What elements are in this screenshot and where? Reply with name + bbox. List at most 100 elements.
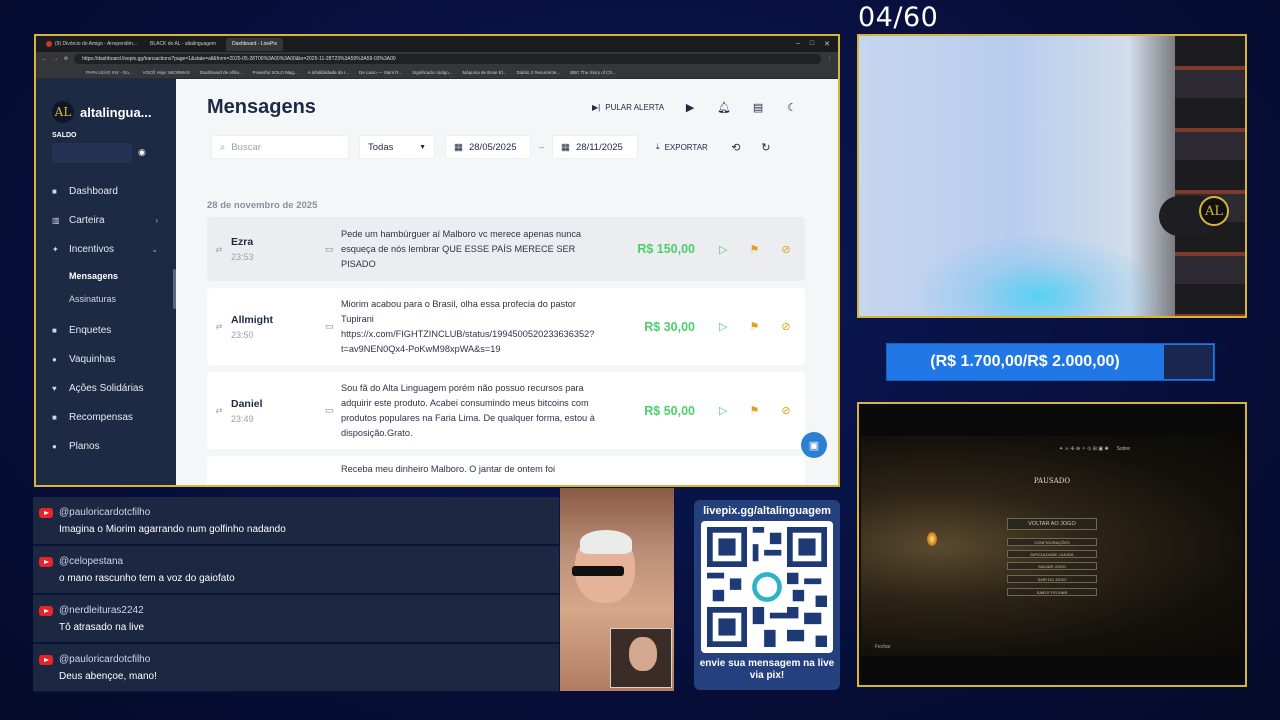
youtube-icon[interactable]: ▶ [682,101,698,114]
forward-icon[interactable]: → [53,56,58,62]
game-menu-item[interactable]: DIFICULDADE / AJUDA [1007,550,1097,558]
status-select[interactable]: Todas ▼ [359,135,435,159]
sidebar-item-vaquinhas[interactable]: ● Vaquinhas [36,345,176,374]
browser-tab[interactable]: BLACK do AL - altalinguagem [144,38,222,51]
sidebar-item-enquetes[interactable]: ■ Enquetes [36,316,176,345]
page-title: Mensagens [207,96,316,118]
chat-message: @nerdleituras2242 Tô atrasado na live [33,595,559,644]
bookmark[interactable]: Powerful SOLO Mag... [253,70,298,75]
sunglasses-image [572,566,624,576]
block-icon[interactable]: ⊘ [781,404,790,417]
filter-bar: ⌕ Buscar Todas ▼ ▦ 28/05/2025 – ▦ 28/11/2025… [211,135,776,159]
chevron-right-icon: › [155,216,158,225]
maximize-icon[interactable]: □ [810,40,814,48]
browser-tab-active[interactable]: Dashboard - LivePix [225,37,283,51]
bookmark[interactable]: Dashboard de Afilia... [200,70,243,75]
close-icon[interactable]: ✕ [824,40,830,48]
url-field[interactable]: https://dashboard.livepix.gg/transaction… [74,54,821,64]
sidebar-item-incentivos[interactable]: ✦ Incentivos ⌄ [36,235,176,264]
sidebar-subitem-mensagens[interactable]: Mensagens [36,264,176,287]
guest-camera [560,488,674,691]
game-menu-item[interactable]: SAIR E FECHAR [1007,588,1097,596]
bookmark[interactable]: BBC The Story of Ch... [570,70,616,75]
message-row[interactable]: ⇄ Daniel 23:49 ▭ Sou fã do Alta Linguagem… [207,372,805,449]
webcam-main: AL [857,34,1247,318]
sidebar-item-carteira[interactable]: ▥ Carteira › [36,206,176,235]
sidebar-subitem-assinaturas[interactable]: Assinaturas [36,287,176,310]
message-row[interactable]: ⇄ Ezra 23:53 ▭ Pede um hambúrguer aí Malb… [207,217,805,281]
chat-text: Imagina o Miorim agarrando num golfinho … [59,524,286,535]
transfer-icon: ⇄ [215,406,223,415]
brand-name: altalingua... [80,104,152,120]
flag-icon[interactable]: ⚑ [749,243,759,256]
youtube-icon [39,508,53,518]
game-menu-item[interactable]: SAIR DO JOGO [1007,575,1097,583]
bookmarks-bar: PAPA LEÃO XIV - Go... VOCÊ Hoje: MIORMAS… [36,66,838,79]
date-to-field[interactable]: ▦ 28/11/2025 [552,135,639,159]
game-footer: Fechar [875,644,891,650]
game-resume-button[interactable]: VOLTAR AO JOGO [1007,518,1097,530]
minimize-icon[interactable]: – [796,40,800,48]
block-icon[interactable]: ⊘ [781,320,790,333]
transfer-icon: ⇄ [215,244,223,254]
youtube-icon [39,606,53,616]
bookmark[interactable]: De Lacio — Saint R... [359,70,402,75]
block-icon[interactable]: ⊘ [781,243,790,256]
replay-icon[interactable]: ▷ [719,243,727,256]
dark-mode-icon[interactable]: ☾ [784,101,800,114]
game-menu-item[interactable]: CONFIGURAÇÕES [1007,538,1097,546]
game-paused-title: PAUSADO [1033,477,1071,485]
search-input[interactable]: ⌕ Buscar [211,135,349,159]
chat-user: @pauloricardotcfilho [59,507,151,518]
replay-icon[interactable]: ▷ [719,404,727,417]
chat-user: @celopestana [59,556,124,567]
youtube-icon [39,557,53,567]
sparkle-icon: ✦ [52,245,59,254]
youtube-icon [39,655,53,665]
sidebar-item-acoes-solidarias[interactable]: ♥ Ações Solidárias [36,374,176,403]
caret-down-icon: ▼ [419,143,426,151]
chat-text: o mano rascunho tem a voz do gaiofato [59,573,235,584]
message-row[interactable]: ⇄ Allmight 23:50 ▭ Miorim acabou para o B… [207,288,805,365]
reload-icon[interactable]: ⟳ [64,56,68,62]
date-from-field[interactable]: ▦ 28/05/2025 [445,135,531,159]
sync-off-icon[interactable]: ⟲ [726,135,746,159]
extensions-icon[interactable]: ⋮ [827,56,832,62]
game-hud: ✦ ⚔ ✣ ⊕ ✧ ⊙ ⊞ ▣ ✺ Sobre [1059,446,1130,452]
flag-icon[interactable]: ⚑ [749,404,759,417]
sidebar-item-dashboard[interactable]: ■ Dashboard [36,177,176,206]
eye-icon[interactable]: ◉ [138,147,146,158]
sidebar-item-recompensas[interactable]: ■ Recompensas [36,403,176,432]
replay-icon[interactable]: ▷ [719,320,727,333]
refresh-icon[interactable]: ↻ [756,135,776,159]
game-hud-icon: ✦ ⚔ ✣ ⊕ ✧ ⊙ ⊞ ▣ ✺ [1059,446,1109,452]
bell-icon[interactable]: 🔔︎ [716,101,732,114]
bookmark[interactable]: Máquina de Bose El... [463,70,507,75]
donation-goal-bar: (R$ 1.700,00/R$ 2.000,00) [886,343,1215,381]
message-row[interactable]: Receba meu dinheiro Malboro. O jantar de… [207,456,805,485]
layout-icon[interactable]: ▤ [750,101,766,114]
bookmark[interactable]: Diablo 2 Resurrecte... [517,70,561,75]
flag-icon[interactable]: ⚑ [749,320,759,333]
support-chat-icon[interactable]: ▣ [801,432,827,458]
chat-user: @nerdleituras2242 [59,605,144,616]
sidebar-item-planos[interactable]: ● Planos [36,432,176,461]
message-time: 23:50 [231,329,254,340]
comment-icon: ▭ [325,321,334,331]
browser-tab[interactable]: (9) Divórcio do Amigo - Arrependim... [40,38,140,51]
torch-image [927,532,937,546]
message-sender: Daniel [231,397,263,410]
export-button[interactable]: ⤓ EXPORTAR [648,135,716,159]
channel-logo: AL [1199,196,1229,226]
bookmark[interactable]: A infalibilidade da I... [308,70,349,75]
game-menu-item[interactable]: SALVAR JOGO [1007,562,1097,570]
bookmark[interactable]: VOCÊ Hoje: MIORMAS [143,70,190,75]
skip-alert-button[interactable]: ▶| PULAR ALERTA [592,103,664,112]
bookmark[interactable]: PAPA LEÃO XIV - Go... [86,70,133,75]
browser-window: (9) Divórcio do Amigo - Arrependim... BL… [34,34,840,487]
inset-photo [610,628,672,688]
bookmark[interactable]: Significado código... [412,70,452,75]
back-icon[interactable]: ← [42,56,47,62]
poll-icon: ■ [52,326,57,335]
brand[interactable]: AL altalingua... [36,79,176,123]
